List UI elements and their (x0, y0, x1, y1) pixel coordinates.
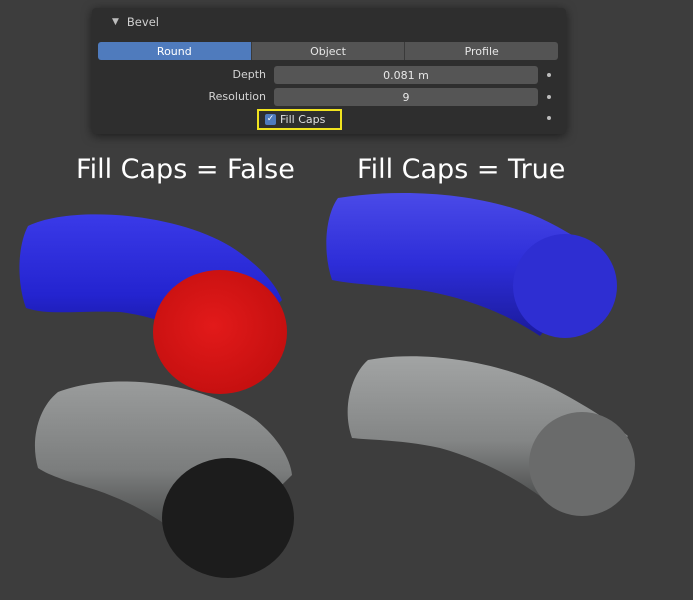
tube-blue-no-cap (19, 214, 287, 394)
dark-cap (162, 458, 294, 578)
tube-blue-filled-cap (326, 192, 617, 338)
gray-filled-cap (529, 412, 635, 516)
tube-gray-no-cap (34, 381, 294, 578)
render-scene (19, 192, 635, 578)
red-interior-cap (153, 270, 287, 394)
tube-gray-filled-cap (347, 356, 635, 516)
blue-filled-cap (513, 234, 617, 338)
